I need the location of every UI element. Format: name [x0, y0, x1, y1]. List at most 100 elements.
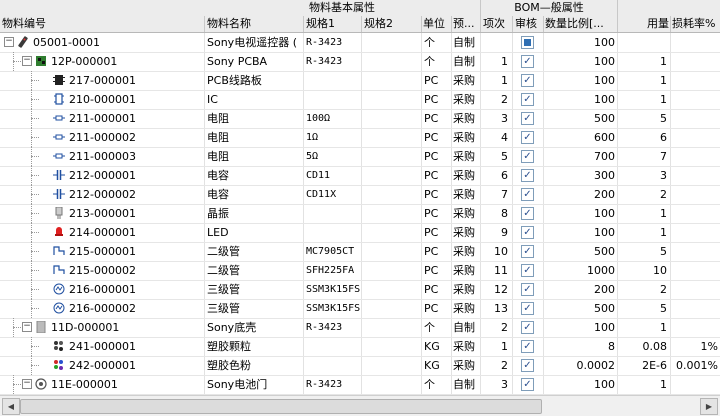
cell-unit: PC: [424, 302, 439, 315]
col-audit-header[interactable]: 审核: [515, 16, 541, 32]
capacitor-icon: [53, 188, 65, 200]
table-row[interactable]: 241-000001 塑胶颗粒 KG 采购 1 8 0.08 1% ✓: [0, 337, 720, 357]
cell-unit: PC: [424, 74, 439, 87]
cell-loss: [672, 223, 718, 242]
col-seq-header[interactable]: 项次: [483, 16, 511, 32]
audit-checkbox[interactable]: ✓: [521, 321, 534, 334]
col-unit-header[interactable]: 单位: [423, 16, 451, 32]
cell-loss: [672, 128, 718, 147]
cell-code: 212-000002: [69, 188, 136, 201]
col-spec1-header[interactable]: 规格1: [306, 16, 360, 32]
audit-checkbox[interactable]: ✓: [521, 226, 534, 239]
col-ratio-header[interactable]: 数量比例[...: [545, 16, 617, 32]
audit-checkbox[interactable]: ✓: [521, 283, 534, 296]
table-row[interactable]: 215-000002 二级管 SFH225FA PC 采购 11 1000 10 ✓: [0, 261, 720, 281]
cell-unit: PC: [424, 264, 439, 277]
cell-spec1: SFH225FA: [306, 265, 355, 276]
cell-code: 217-000001: [69, 74, 136, 87]
cell-spec2: [364, 375, 418, 394]
cell-code: 11E-000001: [51, 378, 118, 391]
table-row[interactable]: − 05001-0001 Sony电视遥控器 (R-3423 个 自制 100: [0, 33, 720, 53]
table-row[interactable]: 216-000002 三级管 SSM3K15FS PC 采购 13 500 5 ✓: [0, 299, 720, 319]
table-row[interactable]: 242-000001 塑胶色粉 KG 采购 2 0.0002 2E-6 0.001% ✓: [0, 356, 720, 376]
tree-connector: [31, 71, 32, 90]
collapse-toggle[interactable]: −: [22, 56, 32, 66]
cell-pre: 采购: [453, 283, 475, 296]
cell-unit: 个: [424, 378, 435, 391]
table-row[interactable]: 212-000002 电容 CD11X PC 采购 7 200 2 ✓: [0, 185, 720, 205]
table-row[interactable]: 217-000001 PCB线路板 PC 采购 1 100 1 ✓: [0, 71, 720, 91]
audit-checkbox[interactable]: ✓: [521, 359, 534, 372]
col-name-header[interactable]: 物料名称: [207, 16, 303, 32]
col-loss-header[interactable]: 损耗率%: [672, 16, 720, 32]
col-spec2-header[interactable]: 规格2: [364, 16, 418, 32]
table-row[interactable]: 211-000002 电阻 1Ω PC 采购 4 600 6 ✓: [0, 128, 720, 148]
cell-unit: 个: [424, 321, 435, 334]
audit-checkbox[interactable]: ✓: [521, 378, 534, 391]
table-row[interactable]: 213-000001 晶振 PC 采购 8 100 1 ✓: [0, 204, 720, 224]
cell-pre: 采购: [453, 226, 475, 239]
audit-checkbox[interactable]: ✓: [521, 74, 534, 87]
table-row[interactable]: 212-000001 电容 CD11 PC 采购 6 300 3 ✓: [0, 166, 720, 186]
scroll-left-button[interactable]: ◀: [2, 398, 20, 415]
table-row[interactable]: 211-000001 电阻 100Ω PC 采购 3 500 5 ✓: [0, 109, 720, 129]
table-row[interactable]: 210-000001 IC PC 采购 2 100 1 ✓: [0, 90, 720, 110]
cell-usage: 1: [660, 207, 667, 220]
cell-spec1: R-3423: [306, 379, 343, 390]
table-row[interactable]: 211-000003 电阻 5Ω PC 采购 5 700 7 ✓: [0, 147, 720, 167]
cell-code: 213-000001: [69, 207, 136, 220]
tree-connector: [13, 375, 14, 394]
cell-code: 241-000001: [69, 340, 136, 353]
scroll-thumb[interactable]: [20, 399, 542, 414]
audit-checkbox[interactable]: ✓: [521, 169, 534, 182]
cell-spec1: MC7905CT: [306, 246, 355, 257]
col-pre-header[interactable]: 预...: [453, 16, 481, 32]
cell-seq: 10: [494, 245, 508, 258]
cell-pre: 采购: [453, 169, 475, 182]
table-row[interactable]: − 11D-000001 Sony底壳 R-3423 个 自制 2 100 1 ✓: [0, 318, 720, 338]
audit-checkbox[interactable]: ✓: [521, 302, 534, 315]
cell-spec2: [364, 90, 418, 109]
tree-connector: [31, 185, 32, 204]
cell-pre: 采购: [453, 93, 475, 106]
collapse-toggle[interactable]: −: [4, 37, 14, 47]
collapse-toggle[interactable]: −: [22, 322, 32, 332]
cell-pre: 采购: [453, 359, 475, 372]
col-code-header[interactable]: 物料编号: [2, 16, 202, 32]
audit-checkbox[interactable]: ✓: [521, 55, 534, 68]
ic-icon: [53, 93, 65, 105]
table-row[interactable]: − 11E-000001 Sony电池门 R-3423 个 自制 3 100 1 ✓: [0, 375, 720, 395]
cell-unit: PC: [424, 131, 439, 144]
cell-pre: 采购: [453, 340, 475, 353]
table-row[interactable]: 216-000001 三级管 SSM3K15FS PC 采购 12 200 2 ✓: [0, 280, 720, 300]
audit-checkbox[interactable]: ✓: [521, 188, 534, 201]
col-usage-header[interactable]: 用量: [619, 16, 671, 32]
cell-code: 211-000002: [69, 131, 136, 144]
cell-unit: KG: [424, 340, 440, 353]
audit-checkbox[interactable]: ✓: [521, 245, 534, 258]
tree-connector: [13, 318, 14, 337]
audit-checkbox[interactable]: ✓: [521, 207, 534, 220]
cell-spec1: 5Ω: [306, 151, 319, 162]
audit-checkbox[interactable]: ✓: [521, 264, 534, 277]
cell-seq: 8: [501, 207, 508, 220]
audit-checkbox[interactable]: ✓: [521, 340, 534, 353]
scroll-right-button[interactable]: ▶: [700, 398, 718, 415]
cell-usage: 1: [660, 93, 667, 106]
tree-connector: [31, 194, 39, 195]
cell-usage: 1: [660, 226, 667, 239]
horizontal-scrollbar[interactable]: ◀ ▶: [0, 395, 720, 416]
audit-checkbox[interactable]: ✓: [521, 131, 534, 144]
table-row[interactable]: 215-000001 二级管 MC7905CT PC 采购 10 500 5 ✓: [0, 242, 720, 262]
audit-checkbox[interactable]: ✓: [521, 112, 534, 125]
audit-checkbox[interactable]: ✓: [521, 93, 534, 106]
tree-connector: [31, 242, 32, 261]
led-icon: [53, 226, 65, 238]
audit-checkbox[interactable]: [521, 36, 534, 49]
audit-checkbox[interactable]: ✓: [521, 150, 534, 163]
cell-pre: 采购: [453, 74, 475, 87]
table-row[interactable]: − 12P-000001 Sony PCBA R-3423 个 自制 1 100 1 ✓: [0, 52, 720, 72]
cell-seq: 2: [501, 93, 508, 106]
table-row[interactable]: 214-000001 LED PC 采购 9 100 1 ✓: [0, 223, 720, 243]
collapse-toggle[interactable]: −: [22, 379, 32, 389]
